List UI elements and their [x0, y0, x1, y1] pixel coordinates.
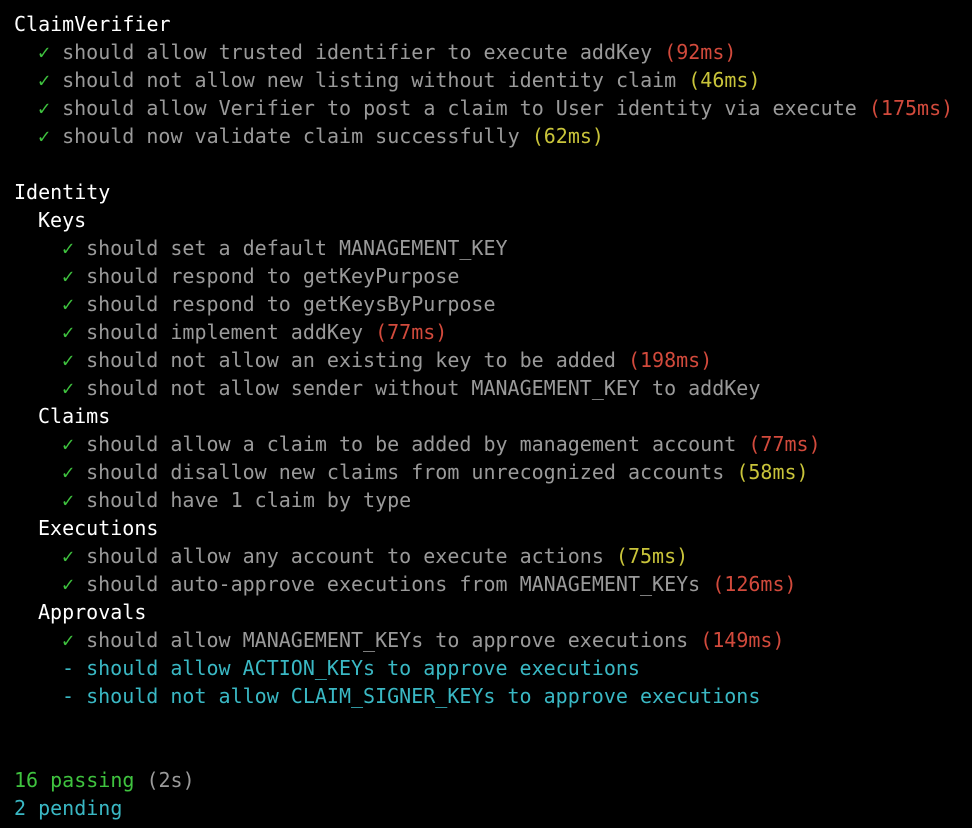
test-duration: (62ms) [531, 124, 604, 148]
check-icon: ✓ [38, 124, 51, 148]
test-row: ✓ should now validate claim successfully… [14, 122, 972, 150]
test-row: ✓ should respond to getKeysByPurpose [14, 290, 972, 318]
test-row: ✓ should allow a claim to be added by ma… [14, 430, 972, 458]
test-row: ✓ should allow Verifier to post a claim … [14, 94, 972, 122]
check-icon: ✓ [62, 544, 75, 568]
test-title: should set a default MANAGEMENT_KEY [86, 236, 508, 260]
test-row: ✓ should set a default MANAGEMENT_KEY [14, 234, 972, 262]
subsuite-title-executions: Executions [38, 516, 159, 540]
test-row: ✓ should respond to getKeyPurpose [14, 262, 972, 290]
test-row: ✓ should allow any account to execute ac… [14, 542, 972, 570]
test-title: should allow trusted identifier to execu… [62, 40, 653, 64]
test-duration: (46ms) [688, 68, 761, 92]
check-icon: ✓ [62, 320, 75, 344]
test-duration: (75ms) [615, 544, 689, 568]
check-icon: ✓ [62, 264, 75, 288]
test-title: should disallow new claims from unrecogn… [86, 460, 725, 484]
check-icon: ✓ [62, 488, 75, 512]
test-title: should not allow an existing key to be a… [86, 348, 616, 372]
check-icon: ✓ [62, 348, 75, 372]
check-icon: ✓ [38, 96, 51, 120]
check-icon: ✓ [62, 572, 75, 596]
terminal-window: ClaimVerifier ✓ should allow trusted ide… [0, 0, 972, 828]
check-icon: ✓ [62, 376, 75, 400]
test-row: ✓ should not allow sender without MANAGE… [14, 374, 972, 402]
test-title: should have 1 claim by type [86, 488, 412, 512]
test-duration: (126ms) [712, 572, 797, 596]
test-duration: (175ms) [868, 96, 954, 120]
run-time: (2s) [146, 768, 195, 792]
test-duration: (58ms) [736, 460, 809, 484]
test-title: should respond to getKeysByPurpose [86, 292, 496, 316]
test-duration: (77ms) [375, 320, 448, 344]
test-title: should not allow sender without MANAGEME… [86, 376, 761, 400]
check-icon: ✓ [62, 236, 75, 260]
subsuite-title-approvals: Approvals [38, 600, 147, 624]
test-title: should allow a claim to be added by mana… [86, 432, 737, 456]
test-row: ✓ should auto-approve executions from MA… [14, 570, 972, 598]
test-title: should respond to getKeyPurpose [86, 264, 460, 288]
pending-test-row: - should not allow CLAIM_SIGNER_KEYs to … [62, 684, 761, 708]
subsuite-title-keys: Keys [38, 208, 87, 232]
test-title: should now validate claim successfully [62, 124, 520, 148]
test-row: ✓ should disallow new claims from unreco… [14, 458, 972, 486]
test-title: should auto-approve executions from MANA… [86, 572, 701, 596]
test-duration: (77ms) [748, 432, 821, 456]
test-title: should allow MANAGEMENT_KEYs to approve … [86, 628, 689, 652]
subsuite-title-claims: Claims [38, 404, 111, 428]
test-row: ✓ should allow MANAGEMENT_KEYs to approv… [14, 626, 972, 654]
test-title: should implement addKey [86, 320, 364, 344]
test-row: ✓ should not allow new listing without i… [14, 66, 972, 94]
test-title: should allow any account to execute acti… [86, 544, 604, 568]
test-row: ✓ should implement addKey (77ms) [14, 318, 972, 346]
test-title: should not allow new listing without ide… [62, 68, 677, 92]
test-duration: (149ms) [700, 628, 785, 652]
test-row: ✓ should allow trusted identifier to exe… [14, 38, 972, 66]
check-icon: ✓ [62, 292, 75, 316]
summary-pending-count: 2 pending [14, 796, 123, 820]
pending-test-row: - should allow ACTION_KEYs to approve ex… [62, 656, 640, 680]
check-icon: ✓ [38, 40, 51, 64]
test-row: ✓ should not allow an existing key to be… [14, 346, 972, 374]
test-title: should allow Verifier to post a claim to… [62, 96, 857, 120]
suite-title-claimverifier: ClaimVerifier [14, 12, 171, 36]
check-icon: ✓ [62, 432, 75, 456]
passing-count: 16 passing [14, 768, 135, 792]
check-icon: ✓ [62, 460, 75, 484]
check-icon: ✓ [38, 68, 51, 92]
summary-passing-line: 16 passing (2s) [14, 766, 972, 794]
suite-title-identity: Identity [14, 180, 111, 204]
test-duration: (198ms) [627, 348, 713, 372]
test-duration: (92ms) [664, 40, 737, 64]
test-row: ✓ should have 1 claim by type [14, 486, 972, 514]
check-icon: ✓ [62, 628, 75, 652]
